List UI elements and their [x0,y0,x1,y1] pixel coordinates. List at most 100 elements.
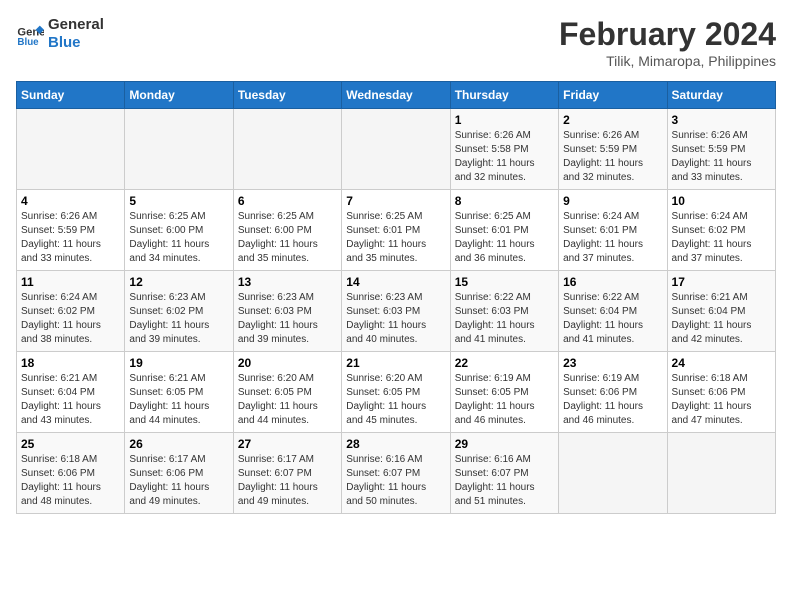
calendar-cell: 7 Sunrise: 6:25 AM Sunset: 6:01 PM Daylig… [342,190,450,271]
day-number: 16 [563,275,662,289]
day-info: Sunrise: 6:24 AM Sunset: 6:02 PM Dayligh… [21,291,120,347]
day-info: Sunrise: 6:23 AM Sunset: 6:02 PM Dayligh… [129,291,228,347]
logo-text-blue: Blue [48,34,104,52]
day-number: 8 [455,194,554,208]
day-info: Sunrise: 6:25 AM Sunset: 6:01 PM Dayligh… [455,210,554,266]
month-title: February 2024 [559,16,776,53]
day-number: 4 [21,194,120,208]
day-number: 6 [238,194,337,208]
calendar-header-row: SundayMondayTuesdayWednesdayThursdayFrid… [17,82,776,109]
calendar-cell: 22Sunrise: 6:19 AM Sunset: 6:05 PM Dayli… [450,352,558,433]
calendar-cell [667,433,775,514]
day-number: 22 [455,356,554,370]
logo: General Blue General Blue [16,16,104,52]
weekday-header: Tuesday [233,82,341,109]
calendar-cell [559,433,667,514]
calendar-cell: 4 Sunrise: 6:26 AM Sunset: 5:59 PM Daylig… [17,190,125,271]
day-info: Sunrise: 6:18 AM Sunset: 6:06 PM Dayligh… [21,453,120,509]
calendar-week-row: 11 Sunrise: 6:24 AM Sunset: 6:02 PM Dayli… [17,271,776,352]
calendar-cell: 16 Sunrise: 6:22 AM Sunset: 6:04 PM Dayli… [559,271,667,352]
calendar-cell: 20Sunrise: 6:20 AM Sunset: 6:05 PM Dayli… [233,352,341,433]
day-info: Sunrise: 6:23 AM Sunset: 6:03 PM Dayligh… [238,291,337,347]
day-number: 26 [129,437,228,451]
calendar-cell [125,109,233,190]
day-number: 27 [238,437,337,451]
day-info: Sunrise: 6:26 AM Sunset: 5:58 PM Dayligh… [455,129,554,185]
calendar-cell: 1 Sunrise: 6:26 AM Sunset: 5:58 PM Daylig… [450,109,558,190]
day-number: 24 [672,356,771,370]
day-info: Sunrise: 6:23 AM Sunset: 6:03 PM Dayligh… [346,291,445,347]
calendar-cell: 14 Sunrise: 6:23 AM Sunset: 6:03 PM Dayli… [342,271,450,352]
calendar-cell: 13Sunrise: 6:23 AM Sunset: 6:03 PM Dayli… [233,271,341,352]
calendar-cell: 12 Sunrise: 6:23 AM Sunset: 6:02 PM Dayli… [125,271,233,352]
day-number: 19 [129,356,228,370]
day-number: 17 [672,275,771,289]
location: Tilik, Mimaropa, Philippines [559,53,776,69]
calendar-week-row: 1 Sunrise: 6:26 AM Sunset: 5:58 PM Daylig… [17,109,776,190]
calendar-table: SundayMondayTuesdayWednesdayThursdayFrid… [16,81,776,514]
day-number: 7 [346,194,445,208]
calendar-cell: 25 Sunrise: 6:18 AM Sunset: 6:06 PM Dayli… [17,433,125,514]
calendar-cell: 8 Sunrise: 6:25 AM Sunset: 6:01 PM Daylig… [450,190,558,271]
calendar-week-row: 4 Sunrise: 6:26 AM Sunset: 5:59 PM Daylig… [17,190,776,271]
day-number: 11 [21,275,120,289]
day-number: 12 [129,275,228,289]
day-info: Sunrise: 6:18 AM Sunset: 6:06 PM Dayligh… [672,372,771,428]
day-number: 15 [455,275,554,289]
calendar-cell [342,109,450,190]
weekday-header: Saturday [667,82,775,109]
calendar-cell: 23 Sunrise: 6:19 AM Sunset: 6:06 PM Dayli… [559,352,667,433]
day-number: 2 [563,113,662,127]
day-info: Sunrise: 6:25 AM Sunset: 6:01 PM Dayligh… [346,210,445,266]
day-info: Sunrise: 6:21 AM Sunset: 6:04 PM Dayligh… [672,291,771,347]
calendar-cell: 28Sunrise: 6:16 AM Sunset: 6:07 PM Dayli… [342,433,450,514]
calendar-cell [233,109,341,190]
day-info: Sunrise: 6:20 AM Sunset: 6:05 PM Dayligh… [238,372,337,428]
calendar-cell: 17 Sunrise: 6:21 AM Sunset: 6:04 PM Dayli… [667,271,775,352]
day-number: 29 [455,437,554,451]
day-number: 10 [672,194,771,208]
day-number: 14 [346,275,445,289]
day-info: Sunrise: 6:25 AM Sunset: 6:00 PM Dayligh… [129,210,228,266]
day-info: Sunrise: 6:21 AM Sunset: 6:04 PM Dayligh… [21,372,120,428]
day-number: 23 [563,356,662,370]
logo-text-general: General [48,16,104,34]
day-info: Sunrise: 6:26 AM Sunset: 5:59 PM Dayligh… [563,129,662,185]
day-info: Sunrise: 6:16 AM Sunset: 6:07 PM Dayligh… [346,453,445,509]
day-number: 9 [563,194,662,208]
calendar-week-row: 25 Sunrise: 6:18 AM Sunset: 6:06 PM Dayli… [17,433,776,514]
title-block: February 2024 Tilik, Mimaropa, Philippin… [559,16,776,69]
calendar-cell: 21 Sunrise: 6:20 AM Sunset: 6:05 PM Dayli… [342,352,450,433]
day-number: 3 [672,113,771,127]
day-info: Sunrise: 6:20 AM Sunset: 6:05 PM Dayligh… [346,372,445,428]
calendar-cell: 11 Sunrise: 6:24 AM Sunset: 6:02 PM Dayli… [17,271,125,352]
calendar-cell: 9Sunrise: 6:24 AM Sunset: 6:01 PM Daylig… [559,190,667,271]
svg-text:Blue: Blue [17,37,39,48]
day-info: Sunrise: 6:26 AM Sunset: 5:59 PM Dayligh… [672,129,771,185]
calendar-cell: 24 Sunrise: 6:18 AM Sunset: 6:06 PM Dayli… [667,352,775,433]
calendar-week-row: 18 Sunrise: 6:21 AM Sunset: 6:04 PM Dayli… [17,352,776,433]
day-number: 1 [455,113,554,127]
day-info: Sunrise: 6:19 AM Sunset: 6:06 PM Dayligh… [563,372,662,428]
day-number: 25 [21,437,120,451]
weekday-header: Wednesday [342,82,450,109]
page-header: General Blue General Blue February 2024 … [16,16,776,69]
day-number: 21 [346,356,445,370]
day-info: Sunrise: 6:21 AM Sunset: 6:05 PM Dayligh… [129,372,228,428]
weekday-header: Monday [125,82,233,109]
day-info: Sunrise: 6:25 AM Sunset: 6:00 PM Dayligh… [238,210,337,266]
calendar-cell: 15Sunrise: 6:22 AM Sunset: 6:03 PM Dayli… [450,271,558,352]
calendar-cell: 5 Sunrise: 6:25 AM Sunset: 6:00 PM Daylig… [125,190,233,271]
day-info: Sunrise: 6:17 AM Sunset: 6:07 PM Dayligh… [238,453,337,509]
day-info: Sunrise: 6:26 AM Sunset: 5:59 PM Dayligh… [21,210,120,266]
day-info: Sunrise: 6:16 AM Sunset: 6:07 PM Dayligh… [455,453,554,509]
calendar-cell: 29 Sunrise: 6:16 AM Sunset: 6:07 PM Dayli… [450,433,558,514]
day-number: 5 [129,194,228,208]
day-info: Sunrise: 6:22 AM Sunset: 6:04 PM Dayligh… [563,291,662,347]
calendar-cell: 3 Sunrise: 6:26 AM Sunset: 5:59 PM Daylig… [667,109,775,190]
calendar-cell: 19 Sunrise: 6:21 AM Sunset: 6:05 PM Dayli… [125,352,233,433]
calendar-cell: 10Sunrise: 6:24 AM Sunset: 6:02 PM Dayli… [667,190,775,271]
day-number: 18 [21,356,120,370]
calendar-cell: 27 Sunrise: 6:17 AM Sunset: 6:07 PM Dayli… [233,433,341,514]
calendar-cell: 26Sunrise: 6:17 AM Sunset: 6:06 PM Dayli… [125,433,233,514]
